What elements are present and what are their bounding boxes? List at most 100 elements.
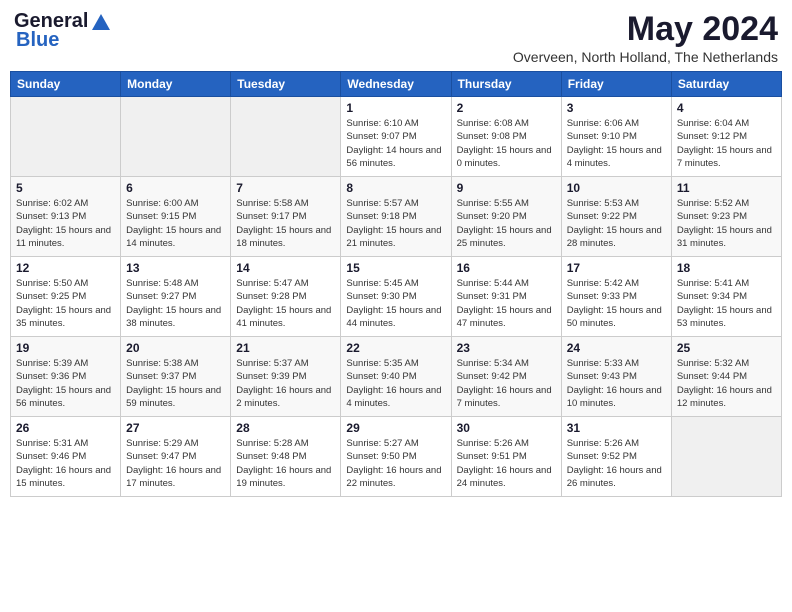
table-row: 19 Sunrise: 5:39 AMSunset: 9:36 PMDayligh… — [11, 337, 121, 417]
day-info: Sunrise: 6:10 AMSunset: 9:07 PMDaylight:… — [346, 117, 445, 170]
sunrise-line: Sunrise: 6:08 AM — [457, 117, 556, 130]
day-number: 29 — [346, 421, 445, 435]
day-info: Sunrise: 5:48 AMSunset: 9:27 PMDaylight:… — [126, 277, 225, 330]
header-tuesday: Tuesday — [231, 72, 341, 97]
day-info: Sunrise: 5:47 AMSunset: 9:28 PMDaylight:… — [236, 277, 335, 330]
header-thursday: Thursday — [451, 72, 561, 97]
sunrise-line: Sunrise: 5:35 AM — [346, 357, 445, 370]
title-block: May 2024 Overveen, North Holland, The Ne… — [513, 10, 778, 65]
daylight-line: Daylight: 15 hours and 25 minutes. — [457, 224, 556, 251]
table-row: 7Sunrise: 5:58 AMSunset: 9:17 PMDaylight… — [231, 177, 341, 257]
day-number: 15 — [346, 261, 445, 275]
sunset-line: Sunset: 9:25 PM — [16, 290, 115, 303]
daylight-line: Daylight: 15 hours and 7 minutes. — [677, 144, 776, 171]
daylight-line: Daylight: 16 hours and 17 minutes. — [126, 464, 225, 491]
daylight-line: Daylight: 15 hours and 50 minutes. — [567, 304, 666, 331]
day-info: Sunrise: 5:35 AMSunset: 9:40 PMDaylight:… — [346, 357, 445, 410]
day-number: 5 — [16, 181, 115, 195]
table-row: 11Sunrise: 5:52 AMSunset: 9:23 PMDayligh… — [671, 177, 781, 257]
sunset-line: Sunset: 9:34 PM — [677, 290, 776, 303]
sunrise-line: Sunrise: 5:31 AM — [16, 437, 115, 450]
daylight-line: Daylight: 15 hours and 28 minutes. — [567, 224, 666, 251]
calendar-table: Sunday Monday Tuesday Wednesday Thursday… — [10, 71, 782, 497]
daylight-line: Daylight: 16 hours and 22 minutes. — [346, 464, 445, 491]
sunset-line: Sunset: 9:31 PM — [457, 290, 556, 303]
sunrise-line: Sunrise: 5:58 AM — [236, 197, 335, 210]
day-info: Sunrise: 5:50 AMSunset: 9:25 PMDaylight:… — [16, 277, 115, 330]
page-header: General Blue May 2024 Overveen, North Ho… — [10, 10, 782, 65]
day-info: Sunrise: 5:52 AMSunset: 9:23 PMDaylight:… — [677, 197, 776, 250]
day-number: 4 — [677, 101, 776, 115]
sunset-line: Sunset: 9:40 PM — [346, 370, 445, 383]
sunset-line: Sunset: 9:30 PM — [346, 290, 445, 303]
day-number: 28 — [236, 421, 335, 435]
table-row: 1Sunrise: 6:10 AMSunset: 9:07 PMDaylight… — [341, 97, 451, 177]
daylight-line: Daylight: 15 hours and 47 minutes. — [457, 304, 556, 331]
day-info: Sunrise: 6:02 AMSunset: 9:13 PMDaylight:… — [16, 197, 115, 250]
sunset-line: Sunset: 9:07 PM — [346, 130, 445, 143]
day-info: Sunrise: 5:38 AMSunset: 9:37 PMDaylight:… — [126, 357, 225, 410]
day-number: 18 — [677, 261, 776, 275]
table-row: 24 Sunrise: 5:33 AMSunset: 9:43 PMDayligh… — [561, 337, 671, 417]
sunrise-line: Sunrise: 5:32 AM — [677, 357, 776, 370]
header-saturday: Saturday — [671, 72, 781, 97]
daylight-line: Daylight: 15 hours and 11 minutes. — [16, 224, 115, 251]
sunset-line: Sunset: 9:12 PM — [677, 130, 776, 143]
day-info: Sunrise: 6:06 AMSunset: 9:10 PMDaylight:… — [567, 117, 666, 170]
sunrise-line: Sunrise: 6:02 AM — [16, 197, 115, 210]
day-info: Sunrise: 5:31 AMSunset: 9:46 PMDaylight:… — [16, 437, 115, 490]
daylight-line: Daylight: 15 hours and 35 minutes. — [16, 304, 115, 331]
day-info: Sunrise: 5:45 AMSunset: 9:30 PMDaylight:… — [346, 277, 445, 330]
day-info: Sunrise: 5:28 AMSunset: 9:48 PMDaylight:… — [236, 437, 335, 490]
daylight-line: Daylight: 15 hours and 59 minutes. — [126, 384, 225, 411]
header-friday: Friday — [561, 72, 671, 97]
sunrise-line: Sunrise: 5:50 AM — [16, 277, 115, 290]
daylight-line: Daylight: 15 hours and 53 minutes. — [677, 304, 776, 331]
day-number: 21 — [236, 341, 335, 355]
sunrise-line: Sunrise: 6:10 AM — [346, 117, 445, 130]
sunrise-line: Sunrise: 5:37 AM — [236, 357, 335, 370]
calendar-week-row: 12Sunrise: 5:50 AMSunset: 9:25 PMDayligh… — [11, 257, 782, 337]
calendar-week-row: 19 Sunrise: 5:39 AMSunset: 9:36 PMDayligh… — [11, 337, 782, 417]
day-number: 8 — [346, 181, 445, 195]
table-row: 27Sunrise: 5:29 AMSunset: 9:47 PMDayligh… — [121, 417, 231, 497]
sunrise-line: Sunrise: 5:52 AM — [677, 197, 776, 210]
sunrise-line: Sunrise: 5:41 AM — [677, 277, 776, 290]
daylight-line: Daylight: 15 hours and 44 minutes. — [346, 304, 445, 331]
table-row — [671, 417, 781, 497]
sunset-line: Sunset: 9:08 PM — [457, 130, 556, 143]
month-title: May 2024 — [513, 10, 778, 49]
table-row: 15 Sunrise: 5:45 AMSunset: 9:30 PMDayligh… — [341, 257, 451, 337]
day-number: 27 — [126, 421, 225, 435]
day-info: Sunrise: 5:26 AMSunset: 9:52 PMDaylight:… — [567, 437, 666, 490]
day-number: 24 — [567, 341, 666, 355]
sunrise-line: Sunrise: 6:06 AM — [567, 117, 666, 130]
table-row: 18 Sunrise: 5:41 AMSunset: 9:34 PMDayligh… — [671, 257, 781, 337]
sunrise-line: Sunrise: 5:26 AM — [567, 437, 666, 450]
sunrise-line: Sunrise: 5:57 AM — [346, 197, 445, 210]
daylight-line: Daylight: 15 hours and 18 minutes. — [236, 224, 335, 251]
daylight-line: Daylight: 14 hours and 56 minutes. — [346, 144, 445, 171]
day-number: 16 — [457, 261, 556, 275]
day-info: Sunrise: 6:00 AMSunset: 9:15 PMDaylight:… — [126, 197, 225, 250]
table-row: 28 Sunrise: 5:28 AMSunset: 9:48 PMDayligh… — [231, 417, 341, 497]
day-number: 3 — [567, 101, 666, 115]
sunset-line: Sunset: 9:17 PM — [236, 210, 335, 223]
day-info: Sunrise: 5:39 AMSunset: 9:36 PMDaylight:… — [16, 357, 115, 410]
sunset-line: Sunset: 9:36 PM — [16, 370, 115, 383]
day-number: 20 — [126, 341, 225, 355]
table-row: 6 Sunrise: 6:00 AMSunset: 9:15 PMDaylight… — [121, 177, 231, 257]
daylight-line: Daylight: 16 hours and 12 minutes. — [677, 384, 776, 411]
day-info: Sunrise: 5:33 AMSunset: 9:43 PMDaylight:… — [567, 357, 666, 410]
sunset-line: Sunset: 9:33 PM — [567, 290, 666, 303]
sunrise-line: Sunrise: 5:44 AM — [457, 277, 556, 290]
day-number: 19 — [16, 341, 115, 355]
sunrise-line: Sunrise: 5:38 AM — [126, 357, 225, 370]
sunrise-line: Sunrise: 5:48 AM — [126, 277, 225, 290]
daylight-line: Daylight: 16 hours and 10 minutes. — [567, 384, 666, 411]
day-number: 6 — [126, 181, 225, 195]
sunrise-line: Sunrise: 6:04 AM — [677, 117, 776, 130]
sunrise-line: Sunrise: 5:26 AM — [457, 437, 556, 450]
table-row — [11, 97, 121, 177]
daylight-line: Daylight: 15 hours and 14 minutes. — [126, 224, 225, 251]
